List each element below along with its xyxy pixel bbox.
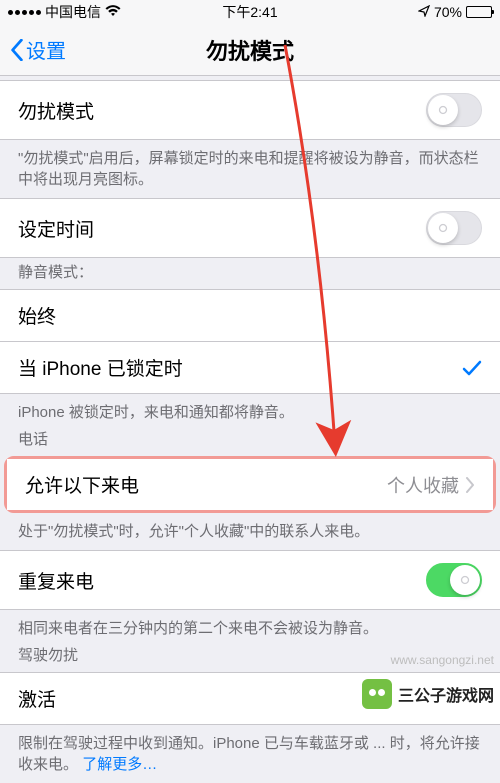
nav-bar: 设置 勿扰模式 xyxy=(0,24,500,76)
schedule-toggle-cell[interactable]: 设定时间 xyxy=(0,198,500,258)
dnd-switch[interactable] xyxy=(426,93,482,127)
repeat-toggle-label: 重复来电 xyxy=(18,567,94,594)
silence-always-cell[interactable]: 始终 xyxy=(0,289,500,342)
allow-calls-label: 允许以下来电 xyxy=(25,471,139,498)
switch-knob xyxy=(428,213,458,243)
silence-header: 静音模式： xyxy=(0,258,500,289)
chevron-right-icon xyxy=(465,477,475,493)
brand-logo-icon xyxy=(362,679,392,709)
learn-more-link[interactable]: 了解更多… xyxy=(82,756,157,773)
battery-icon xyxy=(466,6,492,18)
switch-knob xyxy=(450,565,480,595)
footer-brand: 三公子游戏网 xyxy=(356,675,500,713)
allow-calls-value: 个人收藏 xyxy=(387,472,459,498)
status-time: 下午2:41 xyxy=(0,2,500,22)
check-icon xyxy=(462,360,482,376)
repeat-toggle-cell[interactable]: 重复来电 xyxy=(0,550,500,610)
allow-calls-highlight: 允许以下来电 个人收藏 xyxy=(4,456,496,513)
watermark: www.sangongzi.net xyxy=(391,653,494,667)
dnd-toggle-label: 勿扰模式 xyxy=(18,97,94,124)
page-title: 勿扰模式 xyxy=(0,34,500,66)
dnd-toggle-cell[interactable]: 勿扰模式 xyxy=(0,80,500,140)
switch-knob xyxy=(428,95,458,125)
silence-footer: iPhone 被锁定时，来电和通知都将静音。 xyxy=(0,394,500,425)
status-bar: 中国电信 下午2:41 70% xyxy=(0,0,500,24)
repeat-footer: 相同来电者在三分钟内的第二个来电不会被设为静音。 xyxy=(0,610,500,641)
silence-locked-label: 当 iPhone 已锁定时 xyxy=(18,354,183,381)
silence-locked-cell[interactable]: 当 iPhone 已锁定时 xyxy=(0,342,500,394)
driving-footer: 限制在驾驶过程中收到通知。iPhone 已与车载蓝牙或 ... 时，将允许接收来… xyxy=(0,725,500,783)
phone-header: 电话 xyxy=(0,425,500,456)
allow-calls-footer: 处于"勿扰模式"时，允许"个人收藏"中的联系人来电。 xyxy=(0,513,500,550)
schedule-switch[interactable] xyxy=(426,211,482,245)
dnd-footer: "勿扰模式"启用后，屏幕锁定时的来电和提醒将被设为静音，而状态栏中将出现月亮图标… xyxy=(0,140,500,198)
repeat-switch[interactable] xyxy=(426,563,482,597)
brand-text: 三公子游戏网 xyxy=(398,682,494,706)
activate-label: 激活 xyxy=(18,685,56,712)
silence-always-label: 始终 xyxy=(18,302,56,329)
schedule-toggle-label: 设定时间 xyxy=(18,215,94,242)
allow-calls-cell[interactable]: 允许以下来电 个人收藏 xyxy=(7,459,493,510)
